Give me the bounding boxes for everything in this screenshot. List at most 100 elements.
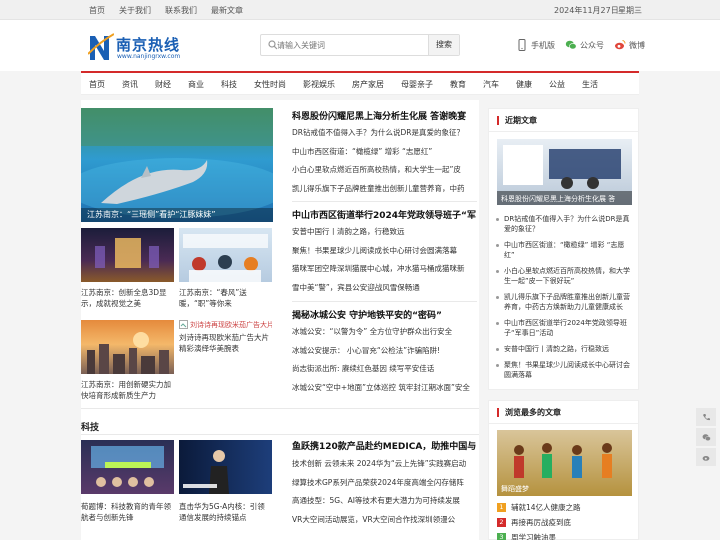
nav-item[interactable]: 商业	[188, 73, 204, 96]
job-fair-illustration	[183, 234, 268, 282]
popular-articles-title: 浏览最多的文章	[497, 408, 561, 417]
recent-article-item[interactable]: 小白心里软点燃近百所高校热情，和大学生一起”皮一下很好玩”	[495, 266, 633, 286]
broken-image-icon	[179, 320, 188, 329]
recent-article-item[interactable]: DR钻戒值不值得入手？为什么说DR是真爱的象征？	[495, 214, 633, 234]
popular-image[interactable]: 舞蹈盛梦	[497, 430, 632, 496]
popular-articles-box: 浏览最多的文章 舞蹈盛梦 1 辅就14亿人健康之路 2 再接再厉战疫到底 3 周…	[488, 400, 639, 540]
popular-article-item[interactable]: 1 辅就14亿人健康之路	[497, 500, 633, 515]
nav-item[interactable]: 资讯	[122, 73, 138, 96]
speaker-illustration	[183, 450, 229, 494]
thumb-caption[interactable]: 江苏南京：创新全息3D显示，成就视觉之美	[81, 287, 174, 309]
sidebar: 近期文章 科恩股份闪耀尼黑上海分析生化展 答 DR钻戒值不值得入手？为什么说DR…	[488, 100, 639, 540]
weibo-icon	[702, 455, 709, 461]
weibo-link[interactable]: 微博	[614, 39, 645, 51]
rank-badge: 3	[497, 533, 506, 540]
current-weekday: 星期三	[618, 6, 642, 15]
hero-image[interactable]: 江苏南京：“三瑶侧”看护“江豚妹妹”	[81, 108, 273, 222]
news-item[interactable]: 聚焦！书果星球少儿阅读成长中心研讨会圆满落幕	[292, 242, 477, 261]
mobile-link[interactable]: 手机版	[516, 39, 555, 51]
tech-thumb-caption[interactable]: 荀题博：科技教育的青年领航者与创新先锋	[81, 501, 174, 523]
nav-item[interactable]: 母婴亲子	[401, 73, 433, 96]
site-header: 南京热线 www.nanjingrxw.com 搜索 手机版 公众号 微博	[0, 20, 720, 71]
news-item[interactable]: 猫咪军团空降深圳猫展中心城，冲水猫马桶成猫咪新	[292, 260, 477, 279]
tech-thumb-image[interactable]	[179, 440, 272, 494]
wechat-link-label: 公众号	[580, 40, 604, 50]
nav-item[interactable]: 财经	[155, 73, 171, 96]
news-item[interactable]: 冰城公安：“以警为令” 全方位守护群众出行安全	[292, 323, 477, 342]
popular-article-title: 辅就14亿人健康之路	[511, 503, 581, 512]
news-lead[interactable]: 中山市西区街道举行2024年党政领导班子“军	[292, 208, 482, 221]
news-item[interactable]: VR大空间活动展览，VR大空间合作找深圳领漫公	[292, 511, 477, 530]
rank-badge: 1	[497, 503, 506, 512]
recent-article-item[interactable]: 中山市西区街道举行2024年党政领导班子“军事日”活动	[495, 318, 633, 338]
divider	[292, 301, 477, 302]
nav-item[interactable]: 教育	[450, 73, 466, 96]
recent-article-item[interactable]: 凯儿得乐旗下子品牌胜童推出创新儿童营养育，中药古方焕新助力儿童健康成长	[495, 292, 633, 312]
site-logo[interactable]: 南京热线 www.nanjingrxw.com	[88, 32, 198, 64]
top-link-contact[interactable]: 联系我们	[165, 5, 197, 16]
recent-article-item[interactable]: 中山市西区街道：“橄榄绿” 增彩 “志愿红”	[495, 240, 633, 260]
news-item[interactable]: 安普中国行丨清韵之路，行稳致远	[292, 223, 477, 242]
top-link-about[interactable]: 关于我们	[119, 5, 151, 16]
nav-item[interactable]: 汽车	[483, 73, 499, 96]
logo-mark-icon	[88, 33, 114, 60]
top-bar: 首页 关于我们 联系我们 最新文章 2024年11月27日 星期三	[0, 0, 720, 20]
nav-item[interactable]: 健康	[516, 73, 532, 96]
nav-item[interactable]: 生活	[582, 73, 598, 96]
wechat-link[interactable]: 公众号	[565, 39, 604, 51]
wechat-icon	[702, 433, 711, 441]
popular-article-item[interactable]: 3 周学习触油墨	[497, 530, 633, 540]
main-nav: 首页 资讯 财经 商业 科技 女性时尚 影视娱乐 房产家居 母婴亲子 教育 汽车…	[81, 71, 639, 95]
news-item[interactable]: 雪中美“警”，宾县公安迎战风雪保畅通	[292, 279, 477, 298]
top-link-latest[interactable]: 最新文章	[211, 5, 243, 16]
float-weibo-button[interactable]	[696, 448, 716, 466]
nav-item[interactable]: 影视娱乐	[303, 73, 335, 96]
news-lead[interactable]: 科恩股份闪耀尼黑上海分析生化展 答谢晚宴	[292, 109, 482, 122]
hero-caption: 江苏南京：“三瑶侧”看护“江豚妹妹”	[87, 210, 216, 219]
box-divider	[489, 423, 638, 424]
recent-article-item[interactable]: 安普中国行丨清韵之路，行稳致远	[495, 344, 633, 354]
news-item[interactable]: DR钻戒值不值得入手？为什么说DR是真爱的象征？	[292, 124, 477, 143]
hologram-illustration	[95, 238, 159, 268]
search-button[interactable]: 搜索	[428, 35, 459, 55]
popular-article-item[interactable]: 2 再接再厉战疫到底	[497, 515, 633, 530]
news-item[interactable]: 冰城公安提示： 小心冒充“公检法”诈骗陷阱!	[292, 342, 477, 361]
news-lead[interactable]: 揭秘冰城公安 守护地铁平安的“密码”	[292, 308, 482, 321]
thumb-image[interactable]	[81, 228, 174, 282]
news-item[interactable]: 高通技型：5G、AI等技术有更大潜力为可持续发展	[292, 492, 477, 511]
news-item[interactable]: 中山市西区街道：“橄榄绿” 增彩 “志愿红”	[292, 143, 477, 162]
recent-article-item[interactable]: 聚焦！书果星球少儿阅读成长中心研讨会圆满落幕	[495, 360, 633, 380]
tech-thumb-caption[interactable]: 直击华为5G-A内核：引领通信发展的持续锚点	[179, 501, 272, 523]
tech-news-list: 技术创新 云领未来 2024华为“云上先锋”实践赛启动 绿算技术GP系列产品荣获…	[292, 455, 477, 529]
news-item[interactable]: 绿算技术GP系列产品荣获2024年度高端全闪存储阵	[292, 474, 477, 493]
news-item[interactable]: 小白心里软点燃近百所高校热情，和大学生一起”皮	[292, 161, 477, 180]
thumb-image[interactable]	[179, 228, 272, 282]
rank-badge: 2	[497, 518, 506, 527]
popular-image-caption: 舞蹈盛梦	[501, 485, 529, 493]
nav-item[interactable]: 房产家居	[352, 73, 384, 96]
thumb-caption[interactable]: 江苏南京：用创新硬实力加快培育形成新质生产力	[81, 379, 174, 401]
news-list: 冰城公安：“以警为令” 全方位守护群众出行安全 冰城公安提示： 小心冒充“公检法…	[292, 323, 477, 397]
news-item[interactable]: 冰城公安“空中+地面”立体巡控 筑牢封江期冰面”安全	[292, 379, 477, 398]
nav-item[interactable]: 女性时尚	[254, 73, 286, 96]
news-item[interactable]: 技术创新 云领未来 2024华为“云上先锋”实践赛启动	[292, 455, 477, 474]
search-input[interactable]	[277, 38, 427, 53]
thumb-caption[interactable]: 江苏南京：“春风”送暖，“职”等你来	[179, 287, 272, 309]
recent-image[interactable]: 科恩股份闪耀尼黑上海分析生化展 答	[497, 139, 632, 205]
tech-thumb-image[interactable]	[81, 440, 174, 494]
thumb-caption[interactable]: 刘诗诗再现欧米茄广告大片精彩演绎华美腕表	[179, 332, 272, 354]
section-title-tech[interactable]: 科技	[81, 420, 99, 433]
thumb-image[interactable]	[81, 320, 174, 374]
news-list: DR钻戒值不值得入手？为什么说DR是真爱的象征？ 中山市西区街道：“橄榄绿” 增…	[292, 124, 477, 198]
nav-item[interactable]: 公益	[549, 73, 565, 96]
float-wechat-button[interactable]	[696, 428, 716, 446]
news-item[interactable]: 凯儿得乐旗下子品牌胜童推出创新儿童营养育，中药	[292, 180, 477, 199]
nav-item[interactable]: 首页	[89, 73, 105, 96]
thumb-image-broken[interactable]: 刘诗诗再现欧米茄广告大片	[179, 320, 272, 330]
float-phone-button[interactable]	[696, 408, 716, 426]
phone-icon	[702, 413, 710, 420]
top-link-home[interactable]: 首页	[89, 5, 105, 16]
news-item[interactable]: 尚志街派出所: 赓续红色基因 续写平安佳话	[292, 360, 477, 379]
tech-lead[interactable]: 鱼跃携120款产品赴约MEDICA，助推中国与	[292, 439, 482, 452]
nav-item[interactable]: 科技	[221, 73, 237, 96]
